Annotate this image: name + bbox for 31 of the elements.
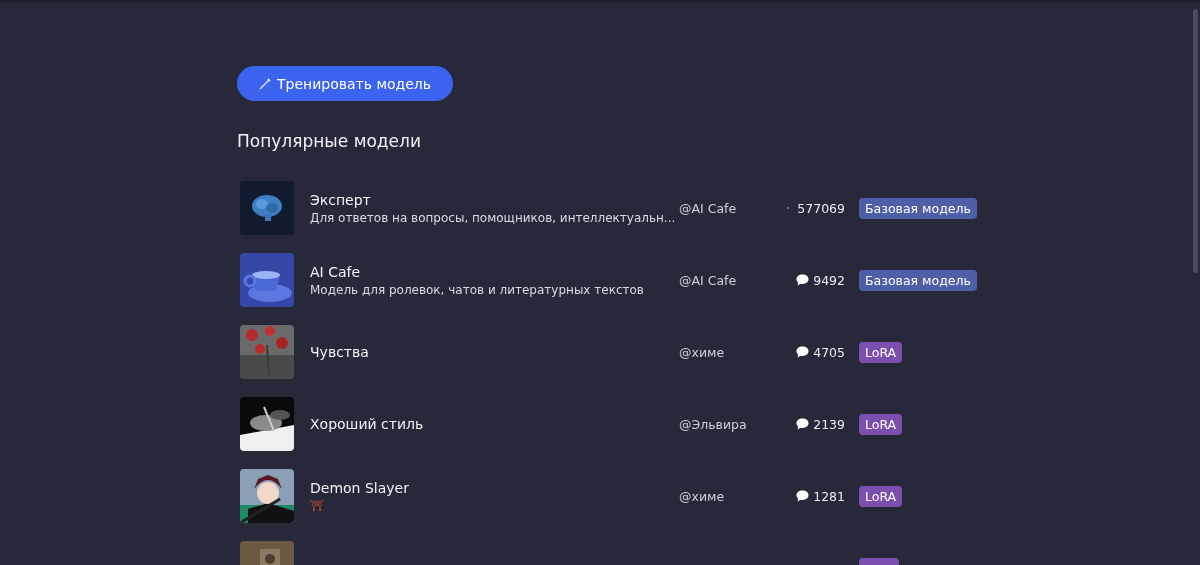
message-count: 9492 xyxy=(813,272,845,288)
author-name[interactable]: @AI Cafe xyxy=(679,200,775,216)
model-name[interactable]: Эксперт xyxy=(310,191,679,208)
message-count: 2139 xyxy=(813,416,845,432)
model-name[interactable]: Хороший стиль xyxy=(310,416,679,432)
comment-icon xyxy=(796,418,810,430)
wand-icon xyxy=(259,77,271,90)
author-name[interactable]: @Эльвира xyxy=(679,416,775,432)
model-type-tag: LoRA xyxy=(859,413,903,435)
model-description: ⛩ xyxy=(310,499,325,512)
author-name[interactable]: @химе xyxy=(679,344,775,360)
message-count: 4705 xyxy=(813,344,845,360)
comment-icon xyxy=(796,346,810,358)
scrollbar[interactable] xyxy=(1193,9,1198,273)
model-name[interactable]: Demon Slayer xyxy=(310,480,679,496)
model-description: Для ответов на вопросы, помощников, интеллектуальн... xyxy=(310,210,677,225)
model-description: Модель для ролевок, чатов и литературных текстов xyxy=(310,282,645,297)
author-name[interactable]: @AI Cafe xyxy=(679,272,775,288)
author-name[interactable]: @химе xyxy=(679,488,775,504)
message-count: 577069 xyxy=(797,200,845,216)
model-type-tag: LoRA xyxy=(859,341,903,363)
model-type-tag: LoRA xyxy=(859,485,903,507)
model-type-tag: Базовая модель xyxy=(859,197,977,219)
train-model-button[interactable]: Тренировать модель xyxy=(237,66,454,101)
section-title: Популярные модели xyxy=(237,131,422,151)
model-name[interactable]: Чувства xyxy=(310,344,679,360)
model-name[interactable]: AI Cafe xyxy=(310,263,679,280)
comment-icon xyxy=(796,274,810,286)
comment-icon xyxy=(796,490,810,502)
message-count: 1281 xyxy=(813,488,845,504)
model-type-tag: Базовая модель xyxy=(859,269,977,291)
